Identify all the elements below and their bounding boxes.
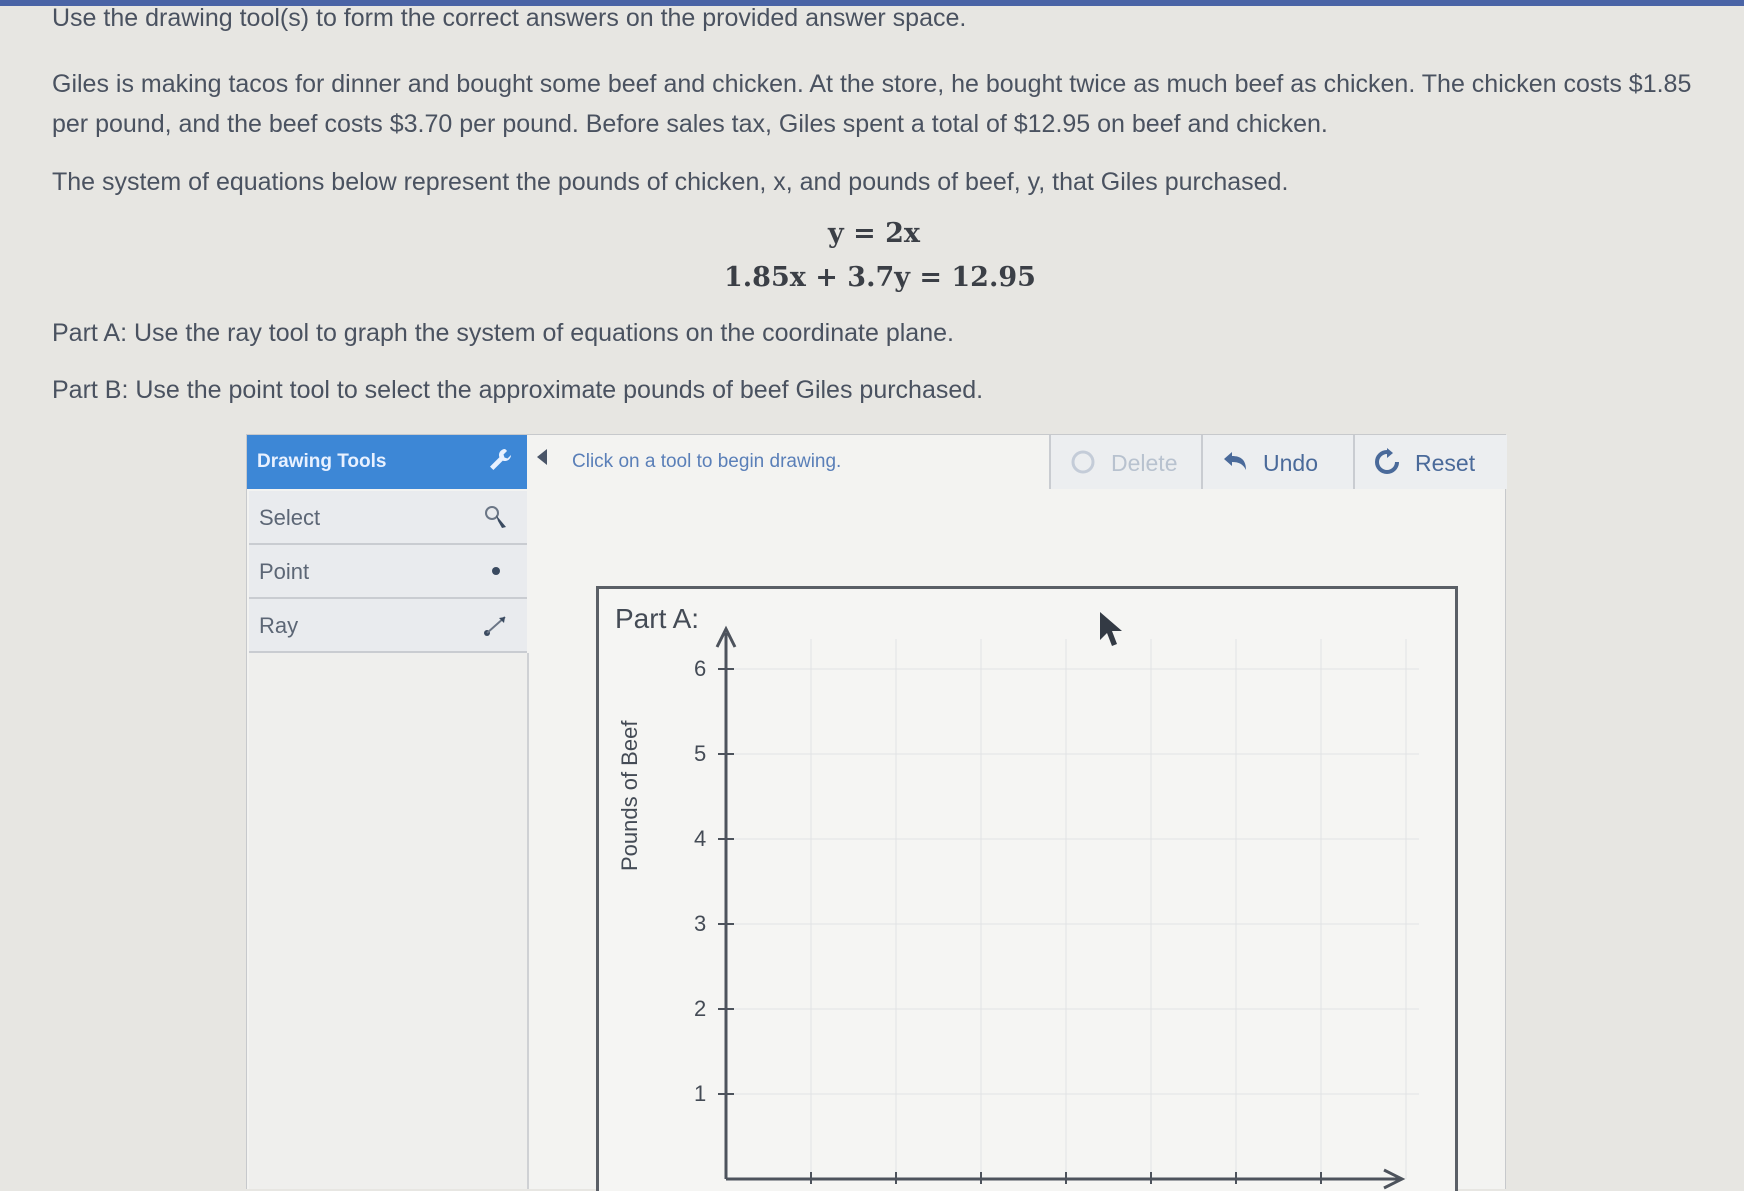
y-tick-label: 5: [694, 741, 707, 766]
reset-icon: [1375, 448, 1399, 474]
ray-icon: [484, 616, 506, 636]
equation-1: y = 2x: [828, 218, 920, 249]
coordinate-plane[interactable]: [599, 589, 1455, 1191]
delete-button-label: Delete: [1111, 450, 1178, 476]
undo-icon: [1224, 452, 1246, 470]
tool-ray[interactable]: Ray: [249, 599, 527, 653]
collapse-arrow-icon[interactable]: [537, 449, 547, 465]
tool-select-label: Select: [259, 505, 321, 530]
y-tick-label: 3: [694, 911, 707, 936]
mouse-cursor-icon: [1100, 612, 1122, 646]
part-b-instructions: Part B: Use the point tool to select the…: [52, 376, 984, 404]
y-tick-label: 6: [694, 656, 707, 681]
y-tick-label: 4: [694, 826, 707, 851]
tool-point-label: Point: [259, 559, 310, 584]
y-tick-label: 1: [694, 1081, 707, 1106]
undo-button-label: Undo: [1263, 450, 1318, 476]
reset-button-label: Reset: [1415, 450, 1476, 476]
drawing-tools-title: Drawing Tools: [257, 451, 387, 472]
reset-button[interactable]: Reset: [1353, 435, 1507, 489]
instructions-text: Use the drawing tool(s) to form the corr…: [52, 4, 967, 32]
tool-ray-label: Ray: [259, 613, 299, 638]
point-icon: [492, 567, 500, 575]
graph-panel[interactable]: Part A: Pounds of Beef 123456: [596, 586, 1458, 1191]
tool-select[interactable]: Select: [249, 491, 527, 545]
select-icon: [485, 506, 506, 528]
delete-button[interactable]: Delete: [1049, 435, 1201, 489]
y-tick-label: 2: [694, 996, 707, 1021]
status-message: Click on a tool to begin drawing.: [572, 451, 842, 472]
wrench-icon: [490, 448, 512, 470]
problem-paragraph-1: Giles is making tacos for dinner and bou…: [52, 70, 1692, 138]
part-a-instructions: Part A: Use the ray tool to graph the sy…: [52, 319, 954, 347]
tools-column: [249, 653, 529, 1189]
tool-point[interactable]: Point: [249, 545, 527, 599]
undo-button[interactable]: Undo: [1201, 435, 1353, 489]
drawing-tools-header[interactable]: Drawing Tools: [247, 435, 527, 489]
equation-2: 1.85x + 3.7y = 12.95: [724, 262, 1036, 293]
delete-icon: [1071, 450, 1095, 474]
problem-paragraph-2: The system of equations below represent …: [52, 168, 1289, 196]
